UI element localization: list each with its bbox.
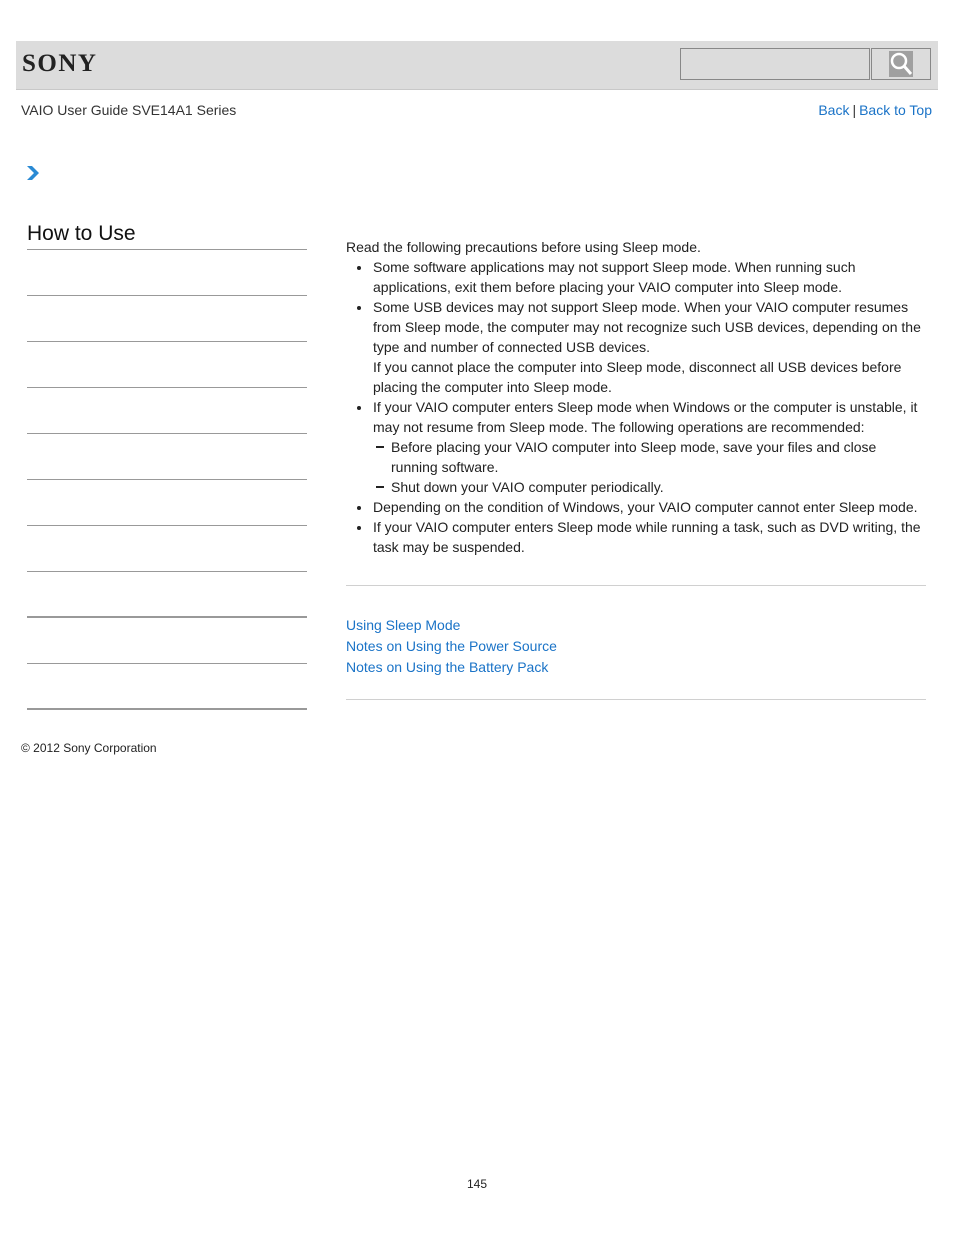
- divider: [346, 699, 926, 700]
- sidebar-item[interactable]: [27, 342, 307, 388]
- sony-logo: SONY: [22, 50, 98, 77]
- back-link[interactable]: Back: [818, 102, 849, 118]
- sub-list-item: Shut down your VAIO computer periodicall…: [376, 477, 926, 497]
- top-nav: Back | Back to Top: [818, 102, 932, 118]
- sidebar-item[interactable]: [27, 388, 307, 434]
- intro-text: Read the following precautions before us…: [346, 239, 701, 255]
- sidebar-item[interactable]: [27, 618, 307, 664]
- main-content: Read the following precautions before us…: [346, 237, 926, 557]
- search-button[interactable]: [871, 48, 931, 80]
- back-to-top-link[interactable]: Back to Top: [859, 102, 932, 118]
- precautions-list: Some software applications may not suppo…: [346, 257, 926, 557]
- page-number: 145: [466, 1177, 488, 1191]
- sidebar-item[interactable]: [27, 296, 307, 342]
- chevron-right-icon: [26, 165, 40, 186]
- search-input[interactable]: [680, 48, 870, 80]
- list-item: Depending on the condition of Windows, y…: [357, 497, 926, 517]
- sidebar: How to Use: [27, 222, 307, 710]
- list-item-note: If you cannot place the computer into Sl…: [373, 359, 902, 395]
- sidebar-title: How to Use: [27, 222, 307, 250]
- sidebar-item[interactable]: [27, 664, 307, 710]
- nav-separator: |: [852, 102, 857, 118]
- related-link-power-source[interactable]: Notes on Using the Power Source: [346, 636, 557, 657]
- related-link-battery-pack[interactable]: Notes on Using the Battery Pack: [346, 657, 557, 678]
- sub-list-item: Before placing your VAIO computer into S…: [376, 437, 926, 477]
- magnifier-icon: [889, 51, 913, 77]
- list-item: If your VAIO computer enters Sleep mode …: [357, 517, 926, 557]
- copyright: © 2012 Sony Corporation: [21, 741, 157, 755]
- sidebar-item[interactable]: [27, 572, 307, 618]
- related-links: Using Sleep Mode Notes on Using the Powe…: [346, 615, 557, 678]
- site-header: SONY: [16, 41, 938, 90]
- sidebar-item[interactable]: [27, 480, 307, 526]
- sub-list: Before placing your VAIO computer into S…: [373, 437, 926, 497]
- related-link-using-sleep-mode[interactable]: Using Sleep Mode: [346, 615, 557, 636]
- sidebar-item[interactable]: [27, 526, 307, 572]
- guide-title: VAIO User Guide SVE14A1 Series: [21, 102, 237, 118]
- sidebar-item[interactable]: [27, 250, 307, 296]
- sidebar-item[interactable]: [27, 434, 307, 480]
- list-item: Some USB devices may not support Sleep m…: [357, 297, 926, 397]
- divider: [346, 585, 926, 586]
- list-item: If your VAIO computer enters Sleep mode …: [357, 397, 926, 497]
- list-item: Some software applications may not suppo…: [357, 257, 926, 297]
